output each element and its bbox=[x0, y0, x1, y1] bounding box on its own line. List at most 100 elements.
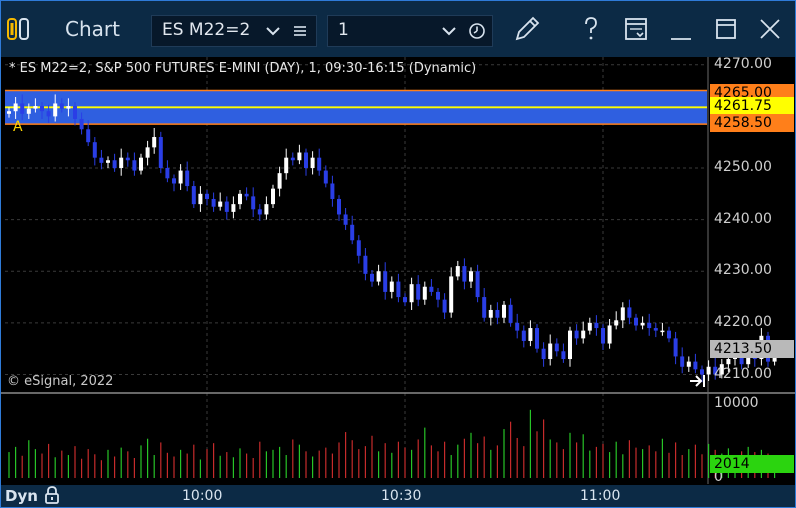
candle-body bbox=[277, 173, 282, 189]
candle-body bbox=[125, 157, 130, 161]
price-chart[interactable]: A bbox=[1, 57, 795, 485]
candle-body bbox=[7, 111, 11, 114]
candle-body bbox=[46, 111, 51, 117]
price-axis-label: 4250.00 bbox=[714, 159, 772, 175]
alert-marker: A bbox=[13, 119, 23, 135]
time-label-1100: 11:00 bbox=[580, 488, 621, 504]
candle-body bbox=[178, 170, 183, 184]
chevron-down-icon[interactable] bbox=[442, 24, 456, 38]
candle-body bbox=[541, 348, 546, 360]
candle-body bbox=[73, 106, 77, 119]
chart-area[interactable]: A * ES M22=2, S&P 500 FUTURES E-MINI (DA… bbox=[1, 56, 795, 507]
candle-body bbox=[257, 209, 262, 215]
candle-body bbox=[601, 328, 605, 344]
candle-body bbox=[271, 188, 275, 205]
candle-body bbox=[383, 271, 388, 292]
candle-body bbox=[403, 297, 407, 303]
candle-body bbox=[304, 152, 308, 168]
candle-body bbox=[396, 281, 401, 298]
candle-body bbox=[172, 178, 176, 184]
symbol-value: ES M22=2 bbox=[162, 20, 251, 40]
chevron-down-icon[interactable] bbox=[266, 24, 280, 38]
candle-body bbox=[343, 214, 348, 225]
dynamic-mode-label[interactable]: Dyn bbox=[5, 487, 38, 505]
candle-body bbox=[627, 307, 632, 318]
candle-body bbox=[33, 106, 38, 109]
candle-body bbox=[442, 299, 447, 313]
candle-body bbox=[205, 193, 209, 199]
close-icon[interactable] bbox=[754, 13, 786, 45]
clock-icon[interactable] bbox=[468, 22, 486, 40]
candle-body bbox=[667, 330, 671, 339]
candle-body bbox=[59, 103, 64, 109]
candle-body bbox=[99, 157, 104, 163]
candle-body bbox=[290, 157, 295, 161]
candle-body bbox=[475, 271, 480, 298]
candle-body bbox=[673, 338, 678, 357]
candle-body bbox=[634, 317, 638, 326]
candle-body bbox=[515, 322, 520, 331]
candle-body bbox=[495, 309, 500, 318]
menu-icon[interactable] bbox=[292, 23, 308, 39]
candle-body bbox=[640, 322, 645, 326]
candle-body bbox=[337, 198, 341, 215]
interval-selector[interactable]: 1 bbox=[327, 15, 493, 47]
candle-body bbox=[106, 160, 110, 163]
candle-body bbox=[158, 137, 163, 168]
minimize-icon[interactable] bbox=[665, 13, 697, 45]
candle-body bbox=[132, 160, 137, 171]
candle-body bbox=[680, 356, 685, 367]
interval-value: 1 bbox=[338, 20, 349, 40]
candle-body bbox=[53, 103, 58, 117]
candle-body bbox=[231, 204, 236, 212]
candle-body bbox=[119, 157, 124, 168]
candle-body bbox=[535, 328, 539, 349]
last-price-tag: 4213.50 bbox=[710, 340, 794, 358]
candle-body bbox=[488, 309, 493, 318]
candle-body bbox=[561, 351, 566, 360]
candle-body bbox=[686, 361, 691, 367]
help-icon[interactable] bbox=[575, 13, 607, 45]
pencil-icon[interactable] bbox=[511, 13, 543, 45]
candle-body bbox=[429, 286, 434, 292]
window-icon[interactable] bbox=[620, 13, 652, 45]
candle-body bbox=[251, 196, 256, 210]
band-bottom-tag: 4258.50 bbox=[710, 114, 794, 132]
scroll-to-end-icon[interactable] bbox=[689, 374, 707, 388]
candle-body bbox=[218, 201, 223, 207]
candle-body bbox=[370, 273, 374, 282]
window-title: Chart bbox=[65, 17, 120, 41]
candle-body bbox=[660, 330, 665, 333]
candle-body bbox=[350, 224, 355, 241]
chart-window: Chart ES M22=2 1 A * ES M22=2, S&P 500 F… bbox=[0, 0, 796, 508]
candle-body bbox=[264, 204, 269, 215]
app-icon bbox=[7, 18, 29, 40]
candle-body bbox=[436, 291, 440, 300]
candle-body bbox=[376, 271, 381, 282]
time-label-1000: 10:00 bbox=[182, 488, 223, 504]
candle-body bbox=[508, 304, 513, 323]
maximize-icon[interactable] bbox=[710, 13, 742, 45]
candle-body bbox=[554, 343, 559, 352]
copyright-text: © eSignal, 2022 bbox=[7, 374, 114, 389]
last-volume-tag: 2014 bbox=[710, 455, 794, 473]
symbol-selector[interactable]: ES M22=2 bbox=[151, 15, 317, 47]
candle-body bbox=[112, 160, 117, 168]
candle-body bbox=[521, 330, 526, 341]
candle-body bbox=[449, 276, 454, 313]
lock-icon[interactable] bbox=[43, 485, 61, 505]
candle-body bbox=[20, 103, 25, 114]
candle-body bbox=[191, 186, 196, 205]
candle-body bbox=[310, 157, 315, 168]
candle-body bbox=[185, 170, 190, 187]
candle-body bbox=[317, 157, 322, 171]
price-axis-label: 4230.00 bbox=[714, 262, 772, 279]
candle-body bbox=[482, 297, 487, 318]
price-axis-label: 4210.00 bbox=[714, 365, 772, 382]
candle-body bbox=[86, 129, 91, 143]
candle-body bbox=[548, 343, 553, 360]
candle-body bbox=[66, 106, 71, 109]
candle-body bbox=[653, 328, 658, 331]
candle-body bbox=[244, 193, 249, 197]
candle-body bbox=[330, 183, 335, 199]
